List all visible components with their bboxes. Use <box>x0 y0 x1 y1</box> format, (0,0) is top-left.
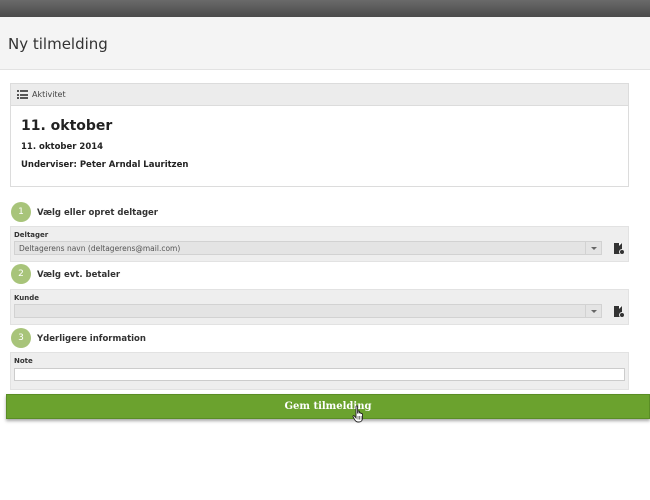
step-label: Yderligere information <box>37 334 146 344</box>
save-button-label: Gem tilmelding <box>284 401 372 412</box>
top-bar <box>0 0 650 17</box>
step-label: Vælg evt. betaler <box>37 270 121 280</box>
participant-select-value: Deltagerens navn (deltagerens@mail.com) <box>19 244 181 253</box>
participant-field-group: Deltager Deltagerens navn (deltagerens@m… <box>10 226 629 262</box>
payer-field-label: Kunde <box>14 294 40 302</box>
payer-select[interactable] <box>14 304 602 318</box>
activity-title: 11. oktober <box>21 118 113 134</box>
participant-select[interactable]: Deltagerens navn (deltagerens@mail.com) <box>14 241 602 255</box>
step-label: Vælg eller opret deltager <box>37 208 158 218</box>
step-number-badge: 1 <box>11 202 31 222</box>
hand-cursor-icon <box>352 405 363 423</box>
page-header: Ny tilmelding <box>0 17 650 70</box>
chevron-down-icon[interactable] <box>585 242 601 254</box>
participant-field-label: Deltager <box>14 231 49 239</box>
page-title: Ny tilmelding <box>8 35 108 53</box>
note-input[interactable] <box>14 368 625 381</box>
activity-header-label: Aktivitet <box>32 90 66 99</box>
step-number-badge: 2 <box>11 264 31 284</box>
list-icon <box>17 90 28 99</box>
activity-panel: Aktivitet 11. oktober 11. oktober 2014 U… <box>10 83 629 187</box>
document-gear-icon[interactable] <box>614 306 625 318</box>
step-number-badge: 3 <box>11 328 31 348</box>
note-field-label: Note <box>14 357 33 365</box>
activity-panel-header: Aktivitet <box>11 84 628 106</box>
payer-field-group: Kunde <box>10 289 629 325</box>
activity-teacher: Underviser: Peter Arndal Lauritzen <box>21 160 189 170</box>
document-gear-icon[interactable] <box>614 243 625 255</box>
save-registration-button[interactable]: Gem tilmelding <box>6 394 650 419</box>
chevron-down-icon[interactable] <box>585 305 601 317</box>
activity-date: 11. oktober 2014 <box>21 142 104 152</box>
note-field-group: Note <box>10 352 629 390</box>
